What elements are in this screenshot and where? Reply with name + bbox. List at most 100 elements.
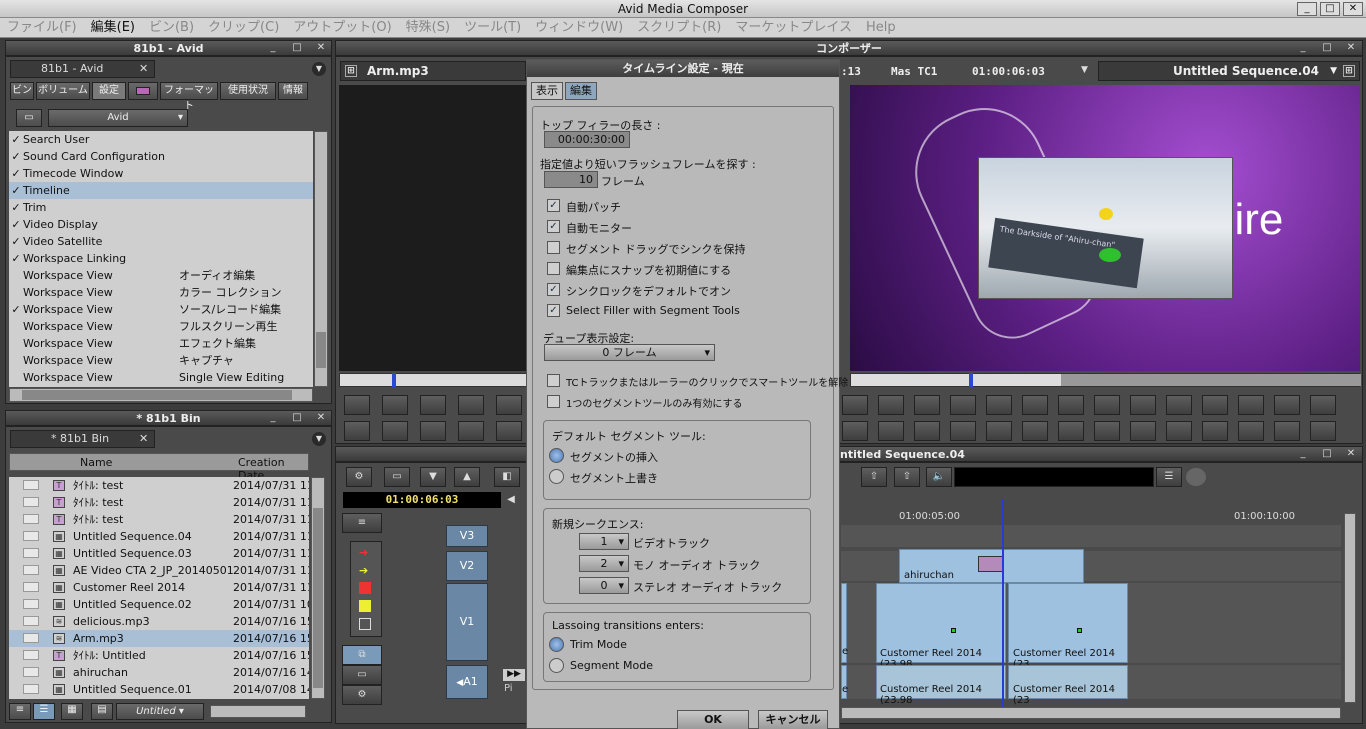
settings-view-button[interactable]: ▭ bbox=[16, 109, 42, 127]
clip-customer-reel-a1-a[interactable]: Customer Reel 2014 (23.98 bbox=[876, 665, 1006, 706]
timecode-menu-icon[interactable]: ▼ bbox=[1081, 65, 1088, 75]
bin-row[interactable]: T ﾀｲﾄﾙ: test 2014/07/31 11:29 bbox=[9, 511, 309, 528]
step-back-button[interactable] bbox=[420, 395, 446, 415]
segment-radio-1[interactable] bbox=[549, 469, 564, 484]
step-forward-button[interactable] bbox=[458, 395, 484, 415]
audio-mixer-button[interactable]: 🔈 bbox=[926, 467, 952, 487]
project-tab[interactable]: 81b1 - Avid ✕ bbox=[10, 60, 155, 78]
mark-out-button[interactable] bbox=[496, 395, 522, 415]
menu-window[interactable]: ウィンドウ(W) bbox=[528, 18, 630, 38]
timeline-ruler[interactable]: 01:00:05:00 01:00:10:00 bbox=[841, 511, 1341, 525]
track-monitor-button[interactable]: ≡ bbox=[342, 513, 382, 533]
tab-effects[interactable] bbox=[128, 82, 158, 100]
bin-frame-view-button[interactable]: ▦ bbox=[61, 703, 83, 720]
checkbox2-0[interactable] bbox=[547, 374, 560, 387]
bin-row[interactable]: T ﾀｲﾄﾙ: Untitled 2014/07/16 15:02 bbox=[9, 647, 309, 664]
record-button-1[interactable] bbox=[842, 421, 868, 441]
settings-row[interactable]: ✓ Timeline bbox=[9, 182, 313, 199]
checkbox-3[interactable] bbox=[547, 262, 560, 275]
tab-close-icon[interactable]: ✕ bbox=[139, 61, 148, 77]
sequence-track-count-2[interactable]: 0 ▾ bbox=[579, 577, 629, 594]
record-button-11[interactable] bbox=[1202, 421, 1228, 441]
composer-title-bar[interactable]: コンポーザー bbox=[335, 40, 1363, 56]
menu-clip[interactable]: クリップ(C) bbox=[201, 18, 286, 38]
settings-row[interactable]: ✓ Sound Card Configuration bbox=[9, 148, 313, 165]
bin-maximize-button[interactable]: □ bbox=[289, 411, 305, 424]
menu-edit[interactable]: 編集(E) bbox=[84, 18, 142, 38]
record-position-indicator[interactable] bbox=[969, 373, 973, 387]
bin-row[interactable]: ≋ Arm.mp3 2014/07/16 15:07 bbox=[9, 630, 309, 647]
menu-file[interactable]: ファイル(F) bbox=[0, 18, 84, 38]
record-button-2[interactable] bbox=[878, 421, 904, 441]
bin-row[interactable]: ▦ Untitled Sequence.01 2014/07/08 14:14 bbox=[9, 681, 309, 698]
mark-clip-button[interactable]: ◧ bbox=[494, 467, 520, 487]
yellow-top-button[interactable] bbox=[1310, 395, 1336, 415]
bin-row[interactable]: ▦ Customer Reel 2014 2014/07/31 11:07 bbox=[9, 579, 309, 596]
settings-row[interactable]: ✓ Trim bbox=[9, 199, 313, 216]
menu-bin[interactable]: ビン(B) bbox=[142, 18, 201, 38]
red-arrow-icon[interactable]: ➔ bbox=[359, 546, 368, 559]
bin-row[interactable]: ≋ delicious.mp3 2014/07/16 15:08 bbox=[9, 613, 309, 630]
timeline-hscrollbar[interactable] bbox=[841, 707, 1341, 719]
project-title-bar[interactable]: 81b1 - Avid bbox=[5, 40, 332, 56]
step-back-button[interactable] bbox=[986, 395, 1012, 415]
settings-check[interactable]: ✓ bbox=[9, 301, 23, 318]
settings-user-select[interactable]: Avid ▾ bbox=[48, 109, 188, 127]
settings-row[interactable]: Workspace View キャプチャ bbox=[9, 352, 313, 369]
bin-text-view-button[interactable]: ☰ bbox=[33, 703, 55, 720]
clip-customer-reel-a1-b[interactable]: Customer Reel 2014 (23 bbox=[1008, 665, 1128, 706]
sequence-track-count-1[interactable]: 2 ▾ bbox=[579, 555, 629, 572]
tab-edit[interactable]: 編集 bbox=[565, 82, 597, 100]
record-button-6[interactable] bbox=[1022, 421, 1048, 441]
track-panel-button-3[interactable]: ⚙ bbox=[342, 685, 382, 705]
audio-arrow-icon[interactable]: ▶▶ bbox=[503, 669, 525, 681]
record-timecode-label[interactable]: Mas TC1 bbox=[891, 65, 937, 78]
settings-row[interactable]: ✓ Video Satellite bbox=[9, 233, 313, 250]
menu-marketplace[interactable]: マーケットプレイス bbox=[728, 18, 859, 38]
clip-customer-reel-v1-a[interactable]: Customer Reel 2014 (23.98 bbox=[876, 583, 1006, 670]
composer-minimize-button[interactable]: _ bbox=[1295, 41, 1311, 54]
settings-row[interactable]: ✓ Search User bbox=[9, 131, 313, 148]
clip-a1-edge[interactable]: e bbox=[841, 665, 848, 699]
lasso-radio-1[interactable] bbox=[549, 658, 564, 673]
bin-scrollbar[interactable] bbox=[311, 477, 325, 699]
clip-v1-edge[interactable]: e bbox=[841, 583, 848, 663]
bin-tab[interactable]: * 81b1 Bin ✕ bbox=[10, 430, 155, 448]
bin-row[interactable]: ▦ Untitled Sequence.03 2014/07/31 11:09 bbox=[9, 545, 309, 562]
overwrite-button[interactable] bbox=[878, 395, 904, 415]
menu-help[interactable]: Help bbox=[859, 18, 903, 38]
timeline-maximize-button[interactable]: □ bbox=[1319, 447, 1335, 460]
bin-row[interactable]: ▦ ahiruchan 2014/07/16 14:56 bbox=[9, 664, 309, 681]
timeline-scrollbar[interactable] bbox=[1344, 513, 1356, 703]
flash-frame-field[interactable]: 10 bbox=[544, 171, 598, 188]
bin-row[interactable]: ▦ Untitled Sequence.04 2014/07/31 11:10 bbox=[9, 528, 309, 545]
settings-hscrollbar[interactable] bbox=[9, 388, 313, 402]
clear-marks-button[interactable] bbox=[1202, 395, 1228, 415]
yellow-lift-icon[interactable] bbox=[359, 600, 371, 612]
dupe-display-select[interactable]: 0 フレーム ▾ bbox=[544, 344, 715, 361]
bin-close-button[interactable]: ✕ bbox=[313, 411, 329, 424]
settings-check[interactable]: ✓ bbox=[9, 250, 23, 267]
project-minimize-button[interactable]: _ bbox=[265, 41, 281, 54]
source-button-3[interactable] bbox=[420, 421, 446, 441]
composer-close-button[interactable]: ✕ bbox=[1343, 41, 1359, 54]
checkbox-0[interactable]: ✓ bbox=[547, 199, 560, 212]
source-position-indicator[interactable] bbox=[392, 373, 396, 387]
checkbox-1[interactable]: ✓ bbox=[547, 220, 560, 233]
track-panel-button[interactable]: ⧉ bbox=[342, 645, 382, 665]
checkbox-2[interactable] bbox=[547, 241, 560, 254]
record-button[interactable] bbox=[1186, 468, 1206, 486]
tab-bins[interactable]: ビン bbox=[10, 82, 34, 100]
fast-forward-button[interactable] bbox=[382, 395, 408, 415]
bin-row[interactable]: ▦ Untitled Sequence.02 2014/07/31 10:48 bbox=[9, 596, 309, 613]
maximize-button[interactable]: □ bbox=[1320, 2, 1340, 16]
source-monitor-name[interactable]: ⊞ Arm.mp3 bbox=[340, 61, 526, 81]
lift-button[interactable]: ▼ bbox=[420, 467, 446, 487]
v3-track-area[interactable] bbox=[841, 525, 1341, 547]
column-name[interactable]: Name bbox=[80, 456, 112, 469]
source-button-4[interactable] bbox=[458, 421, 484, 441]
settings-check[interactable]: ✓ bbox=[9, 165, 23, 182]
lasso-radio-0[interactable] bbox=[549, 637, 564, 652]
bin-script-view-button[interactable]: ▤ bbox=[91, 703, 113, 720]
track-v1[interactable]: V1 bbox=[446, 583, 488, 661]
